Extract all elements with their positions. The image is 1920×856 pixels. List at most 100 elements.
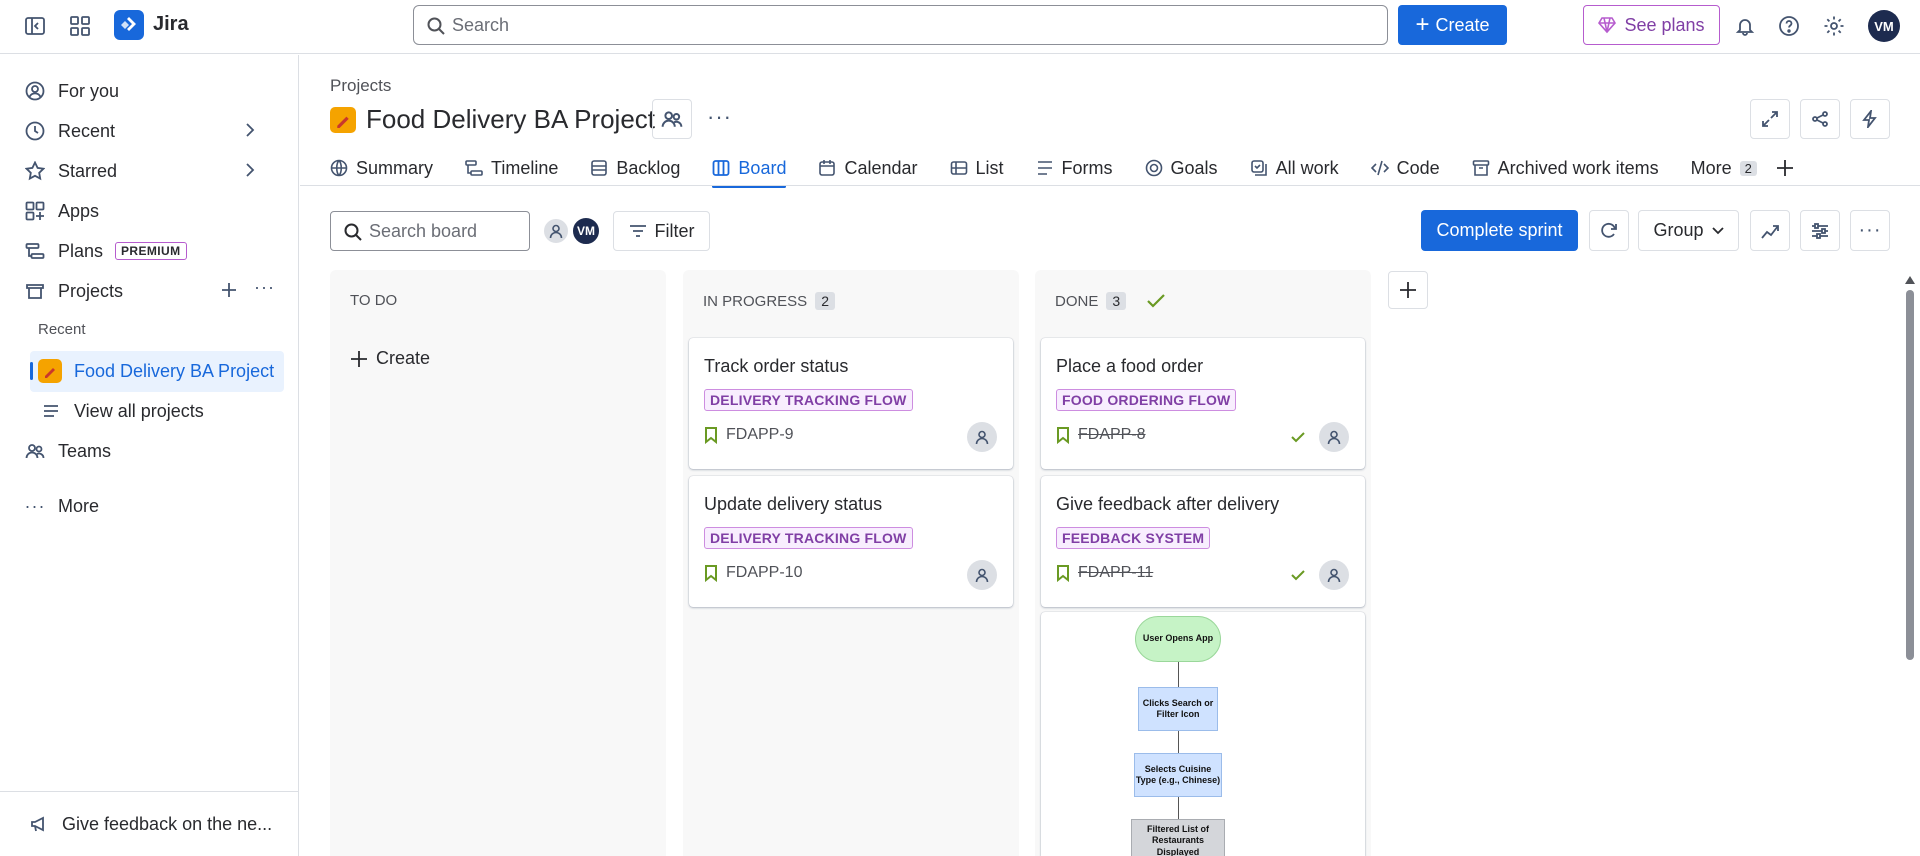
sidebar-item-projects[interactable]: Projects bbox=[24, 273, 284, 309]
flowchart-connector bbox=[1178, 797, 1179, 819]
sidebar-item-teams[interactable]: Teams bbox=[24, 433, 284, 469]
sidebar-item-food-delivery-project[interactable]: Food Delivery BA Project bbox=[38, 353, 298, 389]
assignee-avatar[interactable] bbox=[967, 422, 997, 452]
backlog-icon bbox=[590, 159, 608, 177]
create-button[interactable]: + Create bbox=[1398, 5, 1507, 45]
project-more-icon[interactable]: ··· bbox=[707, 104, 732, 130]
app-name[interactable]: Jira bbox=[153, 13, 189, 36]
sidebar-item-for-you[interactable]: For you bbox=[24, 73, 284, 109]
globe-icon bbox=[330, 159, 348, 177]
scroll-up-arrow[interactable] bbox=[1905, 276, 1915, 284]
tab-timeline[interactable]: Timeline bbox=[465, 150, 558, 186]
team-button[interactable] bbox=[652, 99, 692, 139]
complete-sprint-button[interactable]: Complete sprint bbox=[1421, 210, 1578, 251]
insights-button[interactable] bbox=[1750, 210, 1790, 251]
card-key[interactable]: FDAPP-11 bbox=[1056, 564, 1153, 582]
sidebar-item-more[interactable]: ··· More bbox=[24, 488, 284, 524]
epic-label[interactable]: DELIVERY TRACKING FLOW bbox=[704, 527, 913, 549]
sidebar-item-view-all-projects[interactable]: View all projects bbox=[40, 393, 300, 429]
card-key[interactable]: FDAPP-8 bbox=[1056, 426, 1146, 444]
group-dropdown[interactable]: Group bbox=[1638, 210, 1739, 251]
card-title: Give feedback after delivery bbox=[1056, 494, 1280, 514]
sidebar-item-apps[interactable]: Apps bbox=[24, 193, 284, 229]
user-avatar[interactable]: VM bbox=[1868, 10, 1900, 42]
sidebar-item-recent[interactable]: Recent bbox=[24, 113, 284, 149]
global-search-input[interactable]: Search bbox=[413, 5, 1388, 45]
chevron-right-icon[interactable] bbox=[244, 121, 256, 142]
sidebar-toggle-icon[interactable] bbox=[21, 12, 49, 40]
tab-board[interactable]: Board bbox=[712, 150, 787, 188]
person-icon bbox=[549, 224, 563, 239]
list-icon bbox=[40, 400, 62, 422]
board-search-input[interactable]: Search board bbox=[330, 211, 530, 251]
bell-icon[interactable] bbox=[1731, 12, 1759, 40]
filter-button[interactable]: Filter bbox=[613, 211, 710, 251]
unassigned-avatar-filter[interactable] bbox=[542, 217, 570, 245]
feedback-footer: Give feedback on the ne... bbox=[0, 791, 299, 856]
tab-archived-work-items[interactable]: Archived work items bbox=[1472, 150, 1659, 186]
sprint-refresh-button[interactable] bbox=[1589, 210, 1629, 251]
project-icon bbox=[38, 359, 62, 383]
tab-backlog[interactable]: Backlog bbox=[590, 150, 680, 186]
tab-code[interactable]: Code bbox=[1370, 150, 1440, 186]
issue-card[interactable]: Place a food order FOOD ORDERING FLOW FD… bbox=[1041, 338, 1365, 469]
card-key[interactable]: FDAPP-9 bbox=[704, 426, 794, 444]
issue-card[interactable]: Give feedback after delivery FEEDBACK SY… bbox=[1041, 476, 1365, 607]
tab-goals[interactable]: Goals bbox=[1145, 150, 1218, 186]
share-button[interactable] bbox=[1800, 99, 1840, 139]
issue-card-with-image[interactable]: User Opens App Clicks Search or Filter I… bbox=[1041, 612, 1365, 856]
card-title: Update delivery status bbox=[704, 494, 883, 514]
flowchart-node: User Opens App bbox=[1135, 616, 1221, 662]
app-switcher-icon[interactable] bbox=[66, 12, 94, 40]
gem-icon bbox=[1598, 17, 1617, 34]
view-settings-button[interactable] bbox=[1800, 210, 1840, 251]
assignee-avatar[interactable] bbox=[1319, 422, 1349, 452]
refresh-icon bbox=[1601, 222, 1617, 238]
tab-calendar[interactable]: Calendar bbox=[818, 150, 918, 186]
sidebar-item-starred[interactable]: Starred bbox=[24, 153, 284, 189]
breadcrumb[interactable]: Projects bbox=[330, 76, 391, 96]
user-avatar-filter[interactable]: VM bbox=[571, 216, 601, 246]
automation-button[interactable] bbox=[1850, 99, 1890, 139]
board-more-icon[interactable]: ··· bbox=[1850, 210, 1890, 251]
jira-logo-icon[interactable] bbox=[114, 10, 144, 40]
add-column-button[interactable] bbox=[1388, 271, 1428, 309]
fullscreen-button[interactable] bbox=[1750, 99, 1790, 139]
tab-all-work[interactable]: All work bbox=[1250, 150, 1339, 186]
help-icon[interactable] bbox=[1775, 12, 1803, 40]
vertical-scrollbar[interactable] bbox=[1906, 290, 1914, 660]
chart-line-icon bbox=[1761, 224, 1779, 239]
more-options-icon[interactable]: ··· bbox=[254, 277, 275, 298]
tab-summary[interactable]: Summary bbox=[330, 150, 433, 186]
issue-card[interactable]: Update delivery status DELIVERY TRACKING… bbox=[689, 476, 1013, 607]
column-header[interactable]: TO DO bbox=[350, 292, 397, 309]
story-bookmark-icon bbox=[1057, 565, 1069, 582]
column-header[interactable]: DONE 3 bbox=[1055, 292, 1166, 310]
see-plans-button[interactable]: See plans bbox=[1583, 5, 1720, 45]
sidebar-item-plans[interactable]: Plans PREMIUM bbox=[24, 233, 284, 269]
expand-icon bbox=[1762, 111, 1778, 127]
assignee-avatar[interactable] bbox=[967, 560, 997, 590]
card-key[interactable]: FDAPP-10 bbox=[704, 564, 802, 582]
epic-label[interactable]: FEEDBACK SYSTEM bbox=[1056, 527, 1211, 549]
chevron-right-icon[interactable] bbox=[244, 161, 256, 182]
board-search-placeholder: Search board bbox=[369, 220, 478, 241]
apps-icon bbox=[24, 200, 46, 222]
column-header[interactable]: IN PROGRESS 2 bbox=[703, 292, 835, 310]
tab-label: Calendar bbox=[844, 157, 918, 178]
add-tab-icon[interactable] bbox=[1775, 150, 1795, 186]
give-feedback-link[interactable]: Give feedback on the ne... bbox=[28, 806, 288, 842]
assignee-avatar[interactable] bbox=[1319, 560, 1349, 590]
gear-icon[interactable] bbox=[1820, 12, 1848, 40]
create-issue-button[interactable]: Create bbox=[350, 348, 430, 369]
tab-list[interactable]: List bbox=[950, 150, 1004, 186]
add-project-icon[interactable] bbox=[220, 281, 238, 304]
tab-forms[interactable]: Forms bbox=[1036, 150, 1113, 186]
tab-more[interactable]: More 2 bbox=[1691, 150, 1757, 186]
epic-label[interactable]: FOOD ORDERING FLOW bbox=[1056, 389, 1237, 411]
epic-label[interactable]: DELIVERY TRACKING FLOW bbox=[704, 389, 913, 411]
see-plans-label: See plans bbox=[1624, 14, 1705, 35]
issue-card[interactable]: Track order status DELIVERY TRACKING FLO… bbox=[689, 338, 1013, 469]
flowchart-node: Filtered List of Restaurants Displayed bbox=[1131, 819, 1225, 856]
premium-badge: PREMIUM bbox=[115, 242, 187, 260]
